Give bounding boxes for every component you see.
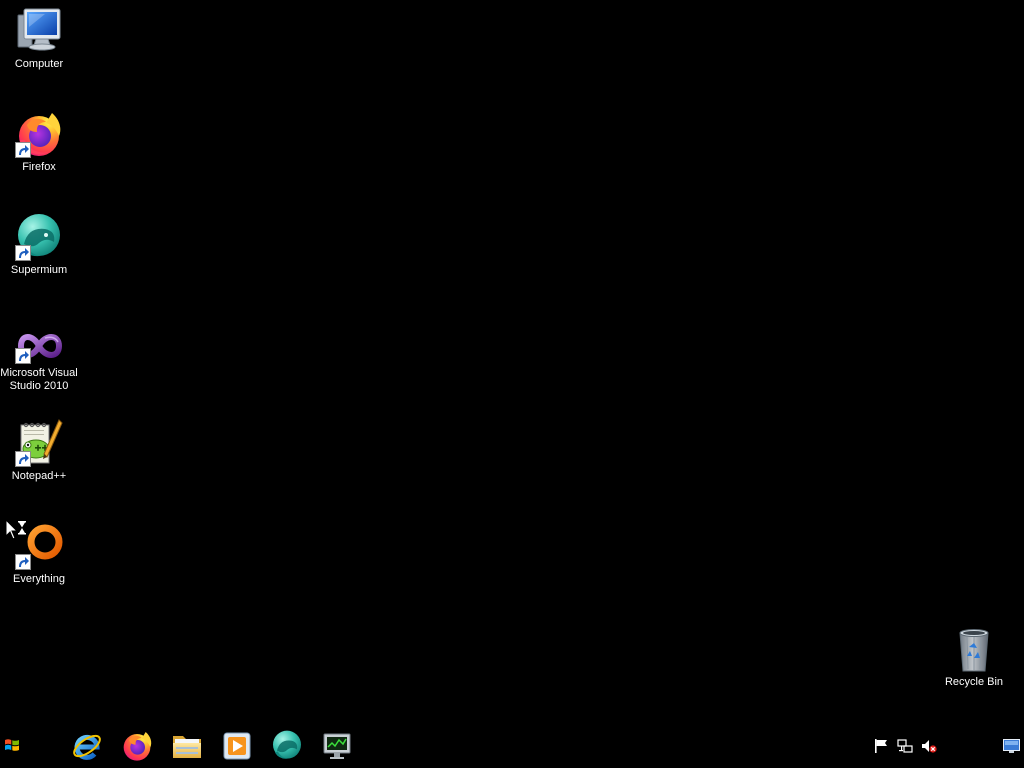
taskbar <box>0 728 1024 768</box>
desktop-item-label: Supermium <box>10 264 68 276</box>
shortcut-arrow-icon <box>15 348 31 364</box>
desktop[interactable]: Computer Firefox Supermium Microsoft Vis… <box>0 0 1024 728</box>
desktop-item-label: Notepad++ <box>11 470 67 482</box>
taskbar-pin-file-explorer[interactable] <box>162 728 212 768</box>
taskbar-pin-monitor[interactable] <box>312 728 362 768</box>
start-button[interactable] <box>0 728 24 768</box>
desktop-item-computer[interactable]: Computer <box>0 7 78 91</box>
volume-muted-icon <box>922 740 937 753</box>
desktop-item-supermium[interactable]: Supermium <box>0 213 78 297</box>
tray-action-center[interactable] <box>873 738 889 754</box>
show-desktop-icon <box>1003 739 1020 753</box>
taskbar-pin-supermium[interactable] <box>262 728 312 768</box>
show-desktop-button[interactable] <box>1003 739 1020 753</box>
monitor-icon <box>323 733 351 759</box>
desktop-item-visual-studio[interactable]: Microsoft Visual Studio 2010 <box>0 316 78 400</box>
taskbar-pin-media-player[interactable] <box>212 728 262 768</box>
firefox-icon <box>123 732 152 761</box>
supermium-icon <box>273 730 301 759</box>
desktop-item-label: Everything <box>13 573 65 585</box>
taskbar-pin-internet-explorer[interactable] <box>62 728 112 768</box>
shortcut-arrow-icon <box>15 451 31 467</box>
recycle-bin-icon <box>950 625 998 673</box>
desktop-item-notepad-plus-plus[interactable]: Notepad++ <box>0 419 78 503</box>
windows-start-icon <box>5 739 19 751</box>
tray-volume[interactable] <box>921 738 937 754</box>
shortcut-arrow-icon <box>15 142 31 158</box>
desktop-item-label: Firefox <box>22 161 56 173</box>
desktop-item-label: Microsoft Visual Studio 2010 <box>0 367 78 392</box>
tray-network[interactable] <box>897 738 913 754</box>
network-icon <box>897 739 913 753</box>
media-player-icon <box>223 732 251 760</box>
action-center-flag-icon <box>875 739 887 753</box>
desktop-item-recycle-bin[interactable]: Recycle Bin <box>935 625 1013 709</box>
taskbar-pin-firefox[interactable] <box>112 728 162 768</box>
shortcut-arrow-icon <box>15 245 31 261</box>
desktop-item-firefox[interactable]: Firefox <box>0 110 78 194</box>
shortcut-arrow-icon <box>15 554 31 570</box>
file-explorer-icon <box>173 736 201 758</box>
computer-icon <box>15 7 63 55</box>
busy-arrow-cursor-icon <box>5 519 29 543</box>
desktop-item-label: Recycle Bin <box>944 676 1004 688</box>
desktop-item-label: Computer <box>14 58 64 70</box>
internet-explorer-icon <box>73 734 101 760</box>
